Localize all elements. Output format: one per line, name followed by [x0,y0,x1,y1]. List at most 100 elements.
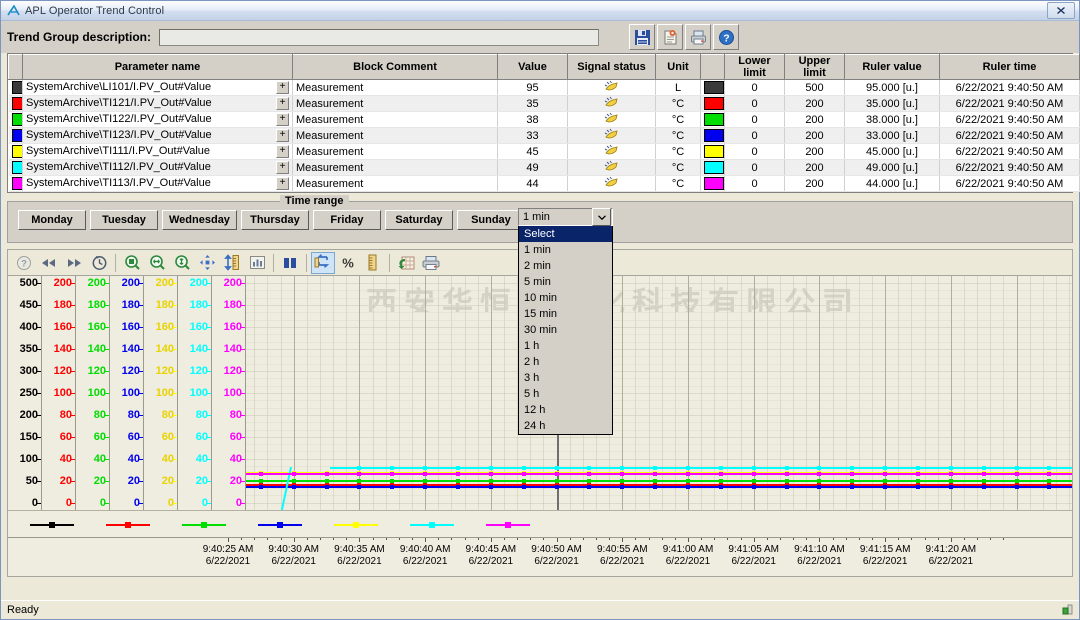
statistics-icon[interactable] [245,252,269,274]
table-row[interactable]: SystemArchive\TI121/I.PV_Out#Value+Measu… [9,96,1080,112]
rewind-icon[interactable] [37,252,61,274]
row-expand-button[interactable]: + [276,113,289,126]
zoom-horizontal-icon[interactable] [145,252,169,274]
row-color-swatch[interactable] [9,112,23,128]
table-row[interactable]: SystemArchive\LI101/I.PV_Out#Value+Measu… [9,80,1080,96]
plot-canvas[interactable]: 西安华恒自动化科技有限公司 [246,276,1072,510]
table-row[interactable]: SystemArchive\TI111/I.PV_Out#Value+Measu… [9,144,1080,160]
row-color-swatch[interactable] [9,80,23,96]
interval-dropdown-list[interactable]: Select1 min2 min5 min10 min15 min30 min1… [518,226,613,435]
day-button-sunday[interactable]: Sunday [457,210,525,230]
y-axis-3[interactable]: 020406080100120140160180200 [110,276,144,510]
row-color-swatch[interactable] [9,176,23,192]
legend-item[interactable] [106,520,150,529]
interval-option[interactable]: 30 min [519,322,612,338]
interval-option[interactable]: 12 h [519,402,612,418]
legend-item[interactable] [182,520,226,529]
table-row[interactable]: SystemArchive\TI123/I.PV_Out#Value+Measu… [9,128,1080,144]
clock-icon[interactable] [87,252,111,274]
row-trend-color[interactable] [701,128,725,144]
interval-option[interactable]: 2 h [519,354,612,370]
y-axis-2[interactable]: 020406080100120140160180200 [76,276,110,510]
header-trend-color[interactable] [701,55,725,80]
row-trend-color[interactable] [701,144,725,160]
fast-forward-icon[interactable] [62,252,86,274]
row-color-swatch[interactable] [9,160,23,176]
help-button[interactable]: ? [713,24,739,50]
day-button-monday[interactable]: Monday [18,210,86,230]
interval-option[interactable]: 5 h [519,386,612,402]
table-row[interactable]: SystemArchive\TI122/I.PV_Out#Value+Measu… [9,112,1080,128]
interval-option[interactable]: 2 min [519,258,612,274]
header-unit[interactable]: Unit [656,55,701,80]
row-expand-button[interactable]: + [276,145,289,158]
scale-ruler-icon[interactable] [361,252,385,274]
day-button-saturday[interactable]: Saturday [385,210,453,230]
day-button-wednesday[interactable]: Wednesday [162,210,237,230]
header-parameter-name[interactable]: Parameter name [23,55,293,80]
row-expand-button[interactable]: + [276,97,289,110]
row-trend-color[interactable] [701,176,725,192]
y-axis-4[interactable]: 020406080100120140160180200 [144,276,178,510]
help-icon[interactable]: ? [12,252,36,274]
reset-grid-icon[interactable] [394,252,418,274]
legend-item[interactable] [30,520,74,529]
table-row[interactable]: SystemArchive\TI113/I.PV_Out#Value+Measu… [9,176,1080,192]
export-button[interactable] [657,24,683,50]
percent-axis-icon[interactable]: % [336,252,360,274]
move-axes-icon[interactable] [195,252,219,274]
close-button[interactable] [1047,2,1075,19]
header-ruler-time[interactable]: Ruler time [940,55,1080,80]
y-axis-5[interactable]: 020406080100120140160180200 [178,276,212,510]
row-color-swatch[interactable] [9,96,23,112]
header-value[interactable]: Value [498,55,568,80]
row-expand-button[interactable]: + [276,161,289,174]
interval-option[interactable]: 24 h [519,418,612,434]
interval-option[interactable]: 10 min [519,290,612,306]
save-button[interactable] [629,24,655,50]
interval-option[interactable]: Select [519,226,612,242]
table-row[interactable]: SystemArchive\TI112/I.PV_Out#Value+Measu… [9,160,1080,176]
row-trend-color[interactable] [701,160,725,176]
header-block-comment[interactable]: Block Comment [293,55,498,80]
row-trend-color[interactable] [701,112,725,128]
header-lower-limit[interactable]: Lower limit [725,55,785,80]
interval-option[interactable]: 1 h [519,338,612,354]
interval-select[interactable]: 1 min [518,208,613,226]
y-axis-0[interactable]: 050100150200250300350400450500 [8,276,42,510]
zoom-vertical-icon[interactable] [170,252,194,274]
y-axis-1[interactable]: 020406080100120140160180200 [42,276,76,510]
interval-option[interactable]: 1 min [519,242,612,258]
row-trend-color[interactable] [701,96,725,112]
description-input[interactable] [159,29,599,46]
chevron-down-icon[interactable] [592,208,611,226]
header-signal-status[interactable]: Signal status [568,55,656,80]
compare-view-icon[interactable] [278,252,302,274]
y-axis-6[interactable]: 020406080100120140160180200 [212,276,246,510]
day-button-friday[interactable]: Friday [313,210,381,230]
day-button-tuesday[interactable]: Tuesday [90,210,158,230]
row-trend-color[interactable] [701,80,725,96]
ruler-swap-icon[interactable] [311,252,335,274]
legend-item[interactable] [410,520,454,529]
header-ruler-value[interactable]: Ruler value [845,55,940,80]
header-color[interactable] [9,55,23,80]
interval-option[interactable]: 3 h [519,370,612,386]
row-color-swatch[interactable] [9,144,23,160]
zoom-area-icon[interactable] [120,252,144,274]
interval-option[interactable]: 5 min [519,274,612,290]
print-chart-icon[interactable] [419,252,443,274]
row-expand-button[interactable]: + [276,81,289,94]
row-color-swatch[interactable] [9,128,23,144]
legend-item[interactable] [258,520,302,529]
legend-item[interactable] [486,520,530,529]
move-ruler-vertical-icon[interactable] [220,252,244,274]
legend-item[interactable] [334,520,378,529]
header-upper-limit[interactable]: Upper limit [785,55,845,80]
row-expand-button[interactable]: + [276,177,289,190]
resize-grip-icon[interactable] [1061,603,1075,617]
row-expand-button[interactable]: + [276,129,289,142]
day-button-thursday[interactable]: Thursday [241,210,309,230]
print-button[interactable] [685,24,711,50]
interval-option[interactable]: 15 min [519,306,612,322]
